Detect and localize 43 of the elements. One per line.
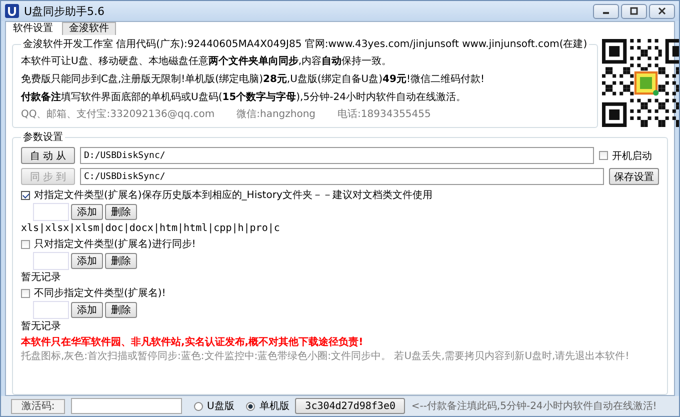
extension-field[interactable] [33,203,69,221]
delete-button[interactable]: 删除 [105,204,137,220]
notice-text: 本软件只在华军软件园、非凡软件站,实名认证发布,概不对其他下载途径负责! [21,336,364,350]
window-title: U盘同步助手5.6 [24,4,105,18]
extension-list: 暂无记录 [21,271,659,284]
autostart-checkbox[interactable]: 开机启动 [599,148,659,162]
activation-field[interactable] [71,398,182,414]
add-button[interactable]: 添加 [71,204,103,220]
machine-code-button[interactable]: 3c304d27d98f3e0 [295,398,406,414]
extension-list: xls|xlsx|xlsm|doc|docx|htm|html|cpp|h|pro|c [21,222,659,235]
app-icon [5,4,19,18]
delete-button[interactable]: 删除 [105,253,137,269]
save-settings-button[interactable]: 保存设置 [609,168,659,185]
delete-button[interactable]: 删除 [105,302,137,318]
hint-text: <--付款备注填此码,5分钟-24小时内软件自动在线激活! [411,400,657,413]
minimize-button[interactable] [593,4,619,18]
group-legend: 参数设置 [21,130,65,144]
path-field[interactable]: D:/USBDiskSync/ [80,147,594,164]
close-button[interactable] [649,4,675,18]
contact-text: QQ、邮箱、支付宝:332092136@qq.com [21,108,215,122]
path-button[interactable]: 自 动 从 [21,147,75,164]
info-text: 免费版只能同步到C盘,注册版无限制!单机版(绑定电脑)28元,U盘版(绑定自备U盘)49元!微信二维码付款! [21,72,486,87]
edition-radio[interactable]: U盘版 [194,399,234,413]
maximize-icon [629,7,639,15]
edition-radio[interactable]: 单机版 [246,399,290,413]
add-button[interactable]: 添加 [71,253,103,269]
close-icon [657,7,667,15]
activation-label: 激活码: [11,398,65,414]
maximize-button[interactable] [621,4,647,18]
filter-checkbox[interactable]: 只对指定文件类型(扩展名)进行同步! [21,238,659,251]
extension-field[interactable] [33,252,69,270]
tray-help-text: 托盘图标,灰色:首次扫描或暂停同步:蓝色:文件监控中:蓝色带绿色小圈:文件同步中。 若U盘丢失,需要拷贝内容到新U盘时,请先退出本软件! [21,350,630,364]
add-button[interactable]: 添加 [71,302,103,318]
tab[interactable]: 金浚软件 [62,22,116,35]
filter-checkbox[interactable]: 对指定文件类型(扩展名)保存历史版本到相应的_History文件夹－－建议对文档类文件使用 [21,189,659,202]
extension-field[interactable] [33,301,69,319]
extension-list: 暂无记录 [21,320,659,333]
group-legend: 金浚软件开发工作室 信用代码(广东):92440605MA4X049J85 官网:www.43yes.com/jinjunsoft www.jinjunsoft.com(在建) [21,37,590,51]
contact-text: 微信:hangzhong [236,108,316,122]
info-text: 付款备注填写软件界面底部的单机码或U盘码(15个数字与字母),5分钟-24小时内软件自动在线激活。 [21,90,467,105]
contact-text: 电话:18934355455 [338,108,431,122]
filter-checkbox[interactable]: 不同步指定文件类型(扩展名)! [21,287,659,300]
info-text: 本软件可让U盘、移动硬盘、本地磁盘任意两个文件夹单向同步,内容自动保持一致。 [21,54,393,69]
